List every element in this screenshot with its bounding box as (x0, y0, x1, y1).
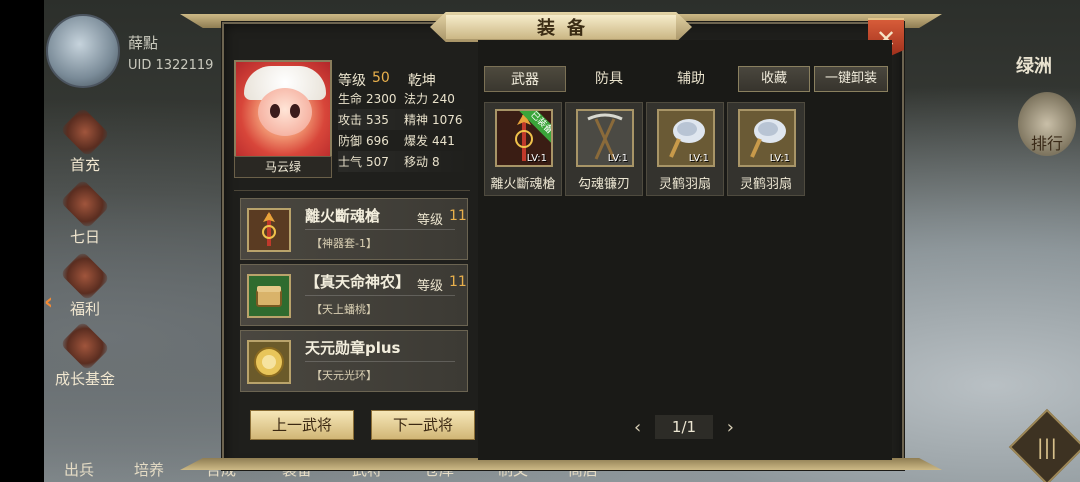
tab-armor[interactable]: 防具 (568, 66, 650, 92)
equipped-level-value: 11 (449, 274, 467, 290)
window-title: 装备 (537, 18, 597, 39)
menu-growth-fund[interactable]: 成长基金 (50, 321, 120, 389)
zone-title: 绿洲 (1016, 56, 1052, 77)
spear-icon (247, 208, 291, 252)
hero-name: 马云绿 (234, 156, 332, 178)
inventory-item[interactable]: LV:1 灵鹤羽扇 (727, 102, 805, 196)
next-page-arrow-icon[interactable]: › (727, 417, 734, 438)
next-general-button[interactable]: 下一武将 (371, 410, 475, 440)
pagination: ‹ 1/1 › (634, 414, 734, 440)
hero-panel: 马云绿 等级 50 乾坤 生命 2300 法力 240 攻击 535 精神 1076 防… (232, 40, 475, 460)
item-level: LV:1 (769, 153, 790, 164)
player-name: 薛點 (128, 34, 159, 52)
inventory-item[interactable]: 已装备 LV:1 離火斷魂槍 (484, 102, 562, 196)
prev-page-arrow-icon[interactable]: ‹ (634, 417, 641, 438)
menu-first-charge[interactable]: 首充 (50, 107, 120, 175)
item-name: 灵鹤羽扇 (658, 177, 711, 192)
equipped-armor-slot[interactable]: 【真天命神农】 等级 11 【天上蟠桃】 (240, 264, 468, 326)
menu-bars-icon: ||| (1036, 435, 1058, 459)
rank-button[interactable]: 排行 (1018, 92, 1076, 156)
equipped-item-set: 【天上蟠桃】 (311, 303, 377, 316)
stat-row: 生命 2300 法力 240 (338, 91, 455, 107)
equipped-level-label: 等级 (417, 213, 444, 228)
seven-day-icon (60, 179, 110, 229)
hero-portrait (234, 60, 332, 158)
equipped-item-set: 【神器套-1】 (311, 237, 377, 250)
camp-label: 乾坤 (407, 73, 436, 89)
item-name: 勾魂镰刃 (577, 177, 630, 192)
prev-general-button[interactable]: 上一武将 (250, 410, 354, 440)
equipped-level-label: 等级 (417, 279, 444, 294)
bottom-item-dispatch[interactable]: 出兵 (64, 459, 94, 480)
equipped-level-value: 11 (449, 208, 467, 224)
inventory-item[interactable]: LV:1 勾魂镰刃 (565, 102, 643, 196)
sickle-icon: LV:1 (576, 109, 634, 167)
tab-weapon[interactable]: 武器 (484, 66, 566, 92)
divider (234, 190, 470, 191)
equipped-item-name: 離火斷魂槍 (305, 207, 381, 225)
chest-icon (247, 274, 291, 318)
item-level: LV:1 (688, 153, 709, 164)
item-level: LV:1 (526, 153, 547, 164)
page-indicator: 1/1 (655, 415, 713, 439)
spear-icon: 已装备 LV:1 (495, 109, 553, 167)
stat-row: 士气 507 移动 8 (338, 151, 470, 172)
menu-welfare[interactable]: 福利 (50, 251, 120, 319)
hero-stats: 生命 2300 法力 240 攻击 535 精神 1076 防御 696 爆发 441 士气… (338, 88, 470, 172)
feather-fan-icon: LV:1 (738, 109, 796, 167)
player-uid: UID 1322119 (128, 58, 214, 73)
item-level: LV:1 (607, 153, 628, 164)
inventory-panel: 武器 防具 辅助 收藏 一键卸装 已装备 LV:1 離火斷魂槍 LV:1 勾魂镰… (478, 40, 892, 460)
equipped-item-set: 【天元光环】 (311, 369, 377, 382)
stat-row: 攻击 535 精神 1076 (338, 109, 470, 130)
unequip-all-button[interactable]: 一键卸装 (814, 66, 888, 92)
feather-fan-icon: LV:1 (657, 109, 715, 167)
medal-icon (247, 340, 291, 384)
welfare-icon (60, 251, 110, 301)
level-value: 50 (372, 70, 390, 86)
equipped-accessory-slot[interactable]: 天元勋章plus 【天元光环】 (240, 330, 468, 392)
equipped-weapon-slot[interactable]: 離火斷魂槍 等级 11 【神器套-1】 (240, 198, 468, 260)
equipped-item-name: 天元勋章plus (305, 339, 401, 357)
menu-seven-day[interactable]: 七日 (50, 179, 120, 247)
equipped-item-name: 【真天命神农】 (305, 273, 411, 291)
player-avatar[interactable] (46, 14, 120, 88)
tab-accessory[interactable]: 辅助 (650, 66, 732, 92)
expand-arrow-icon[interactable]: ‹ (44, 290, 53, 315)
level-label: 等级 (338, 73, 366, 89)
hero-level-row: 等级 50 乾坤 (338, 70, 436, 90)
bottom-item-train[interactable]: 培养 (134, 459, 164, 480)
item-name: 離火斷魂槍 (490, 177, 556, 192)
item-name: 灵鹤羽扇 (739, 177, 792, 192)
first-charge-icon (60, 107, 110, 157)
growth-fund-icon (60, 321, 110, 371)
collect-button[interactable]: 收藏 (738, 66, 810, 92)
inventory-item[interactable]: LV:1 灵鹤羽扇 (646, 102, 724, 196)
left-black-bar (0, 0, 44, 482)
window-title-plate: 装备 (430, 12, 692, 42)
stat-row: 防御 696 爆发 441 (338, 133, 455, 149)
